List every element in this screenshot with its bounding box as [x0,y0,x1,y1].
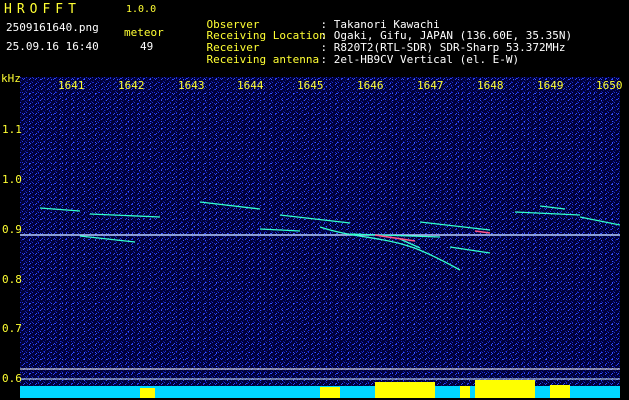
x-tick: 1648 [477,79,504,92]
capture-datetime: 25.09.16 16:40 [6,40,99,53]
app-version: 1.0.0 [126,4,157,15]
y-tick: 0.7 [2,322,22,335]
axis-unit: kHz [1,72,21,85]
x-tick: 1642 [118,79,145,92]
header-panel: HROFFT 1.0.0 2509161640.png meteor 25.09… [0,0,629,77]
y-tick: 0.9 [2,223,22,236]
info-value: : 2el-HB9CV Vertical (el. E-W) [320,53,520,66]
file-name: 2509161640.png [6,21,99,34]
y-tick: 0.8 [2,273,22,286]
y-tick: 1.1 [2,123,22,136]
x-tick: 1645 [297,79,324,92]
x-tick: 1646 [357,79,384,92]
info-label: Receiving antenna [206,53,320,66]
meteor-label: meteor [124,26,164,39]
meteor-count: 49 [140,40,154,53]
x-tick: 1643 [178,79,205,92]
x-tick: 1647 [417,79,444,92]
spectrogram [20,77,620,398]
x-tick: 1644 [237,79,264,92]
x-tick: 1641 [58,79,85,92]
x-tick: 1649 [537,79,564,92]
app-title: HROFFT [4,2,81,17]
y-tick: 1.0 [2,173,22,186]
info-antenna: Receiving antenna: 2el-HB9CV Vertical (e… [180,40,520,79]
x-tick: 1650 [596,79,623,92]
y-tick: 0.6 [2,372,22,385]
